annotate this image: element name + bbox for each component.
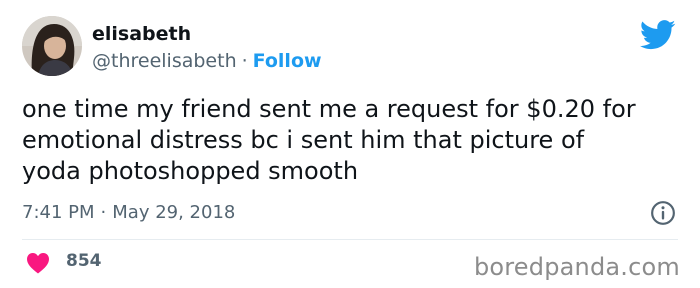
twitter-bird-icon[interactable]	[640, 20, 676, 50]
tweet-card: elisabeth @threelisabeth · Follow one time…	[0, 0, 700, 288]
follow-button[interactable]: Follow	[253, 50, 322, 72]
heart-icon[interactable]	[26, 252, 50, 274]
tweet-time: 7:41 PM	[22, 202, 95, 223]
tweet-text: one time my friend sent me a request for…	[22, 94, 682, 187]
watermark: boredpanda.com	[473, 253, 680, 281]
info-circle-icon[interactable]	[650, 200, 676, 226]
tweet-date: May 29, 2018	[112, 202, 236, 223]
author-name[interactable]: elisabeth	[92, 22, 191, 46]
author-handle-row: @threelisabeth · Follow	[92, 49, 322, 73]
divider	[22, 239, 678, 240]
author-handle[interactable]: @threelisabeth	[92, 50, 237, 72]
tweet-text-line: one time my friend sent me a request for…	[22, 95, 636, 123]
separator-dot: ·	[100, 202, 107, 223]
avatar-image	[22, 16, 82, 76]
tweet-text-line: emotional distress bc i sent him that pi…	[22, 126, 585, 154]
avatar[interactable]	[22, 16, 82, 76]
separator-dot: ·	[241, 50, 248, 72]
tweet-text-line: yoda photoshopped smooth	[22, 157, 359, 185]
tweet-timestamp[interactable]: 7:41 PM · May 29, 2018	[22, 201, 235, 225]
like-count[interactable]: 854	[66, 250, 102, 272]
